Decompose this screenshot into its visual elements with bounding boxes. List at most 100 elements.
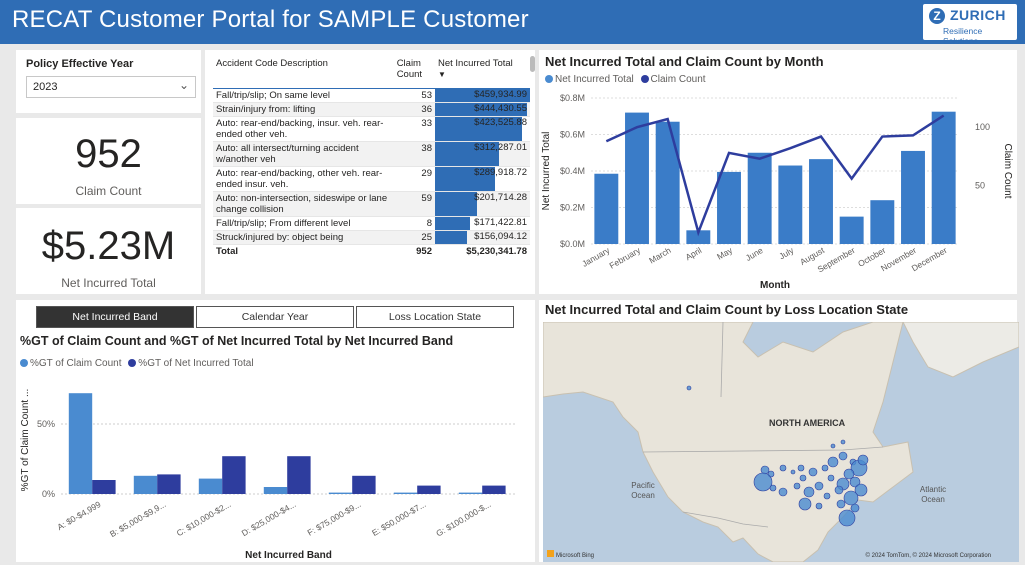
- map-bubble[interactable]: [838, 509, 856, 527]
- cell-net-incurred-value: $201,714.28: [474, 191, 527, 203]
- cell-claim-count: 25: [393, 230, 435, 245]
- col-header-net-incurred[interactable]: Net Incurred Total ▼: [434, 56, 530, 89]
- bar-net-incurred[interactable]: [901, 150, 925, 244]
- cell-net-incurred: $156,094.12: [434, 230, 530, 245]
- bar-net-incurred[interactable]: [839, 216, 864, 244]
- map-bubble[interactable]: [815, 502, 823, 510]
- map-bubble[interactable]: [798, 497, 812, 511]
- cell-net-incurred: $289,918.72: [434, 166, 530, 192]
- x-tick-label: C: $10,000-$2...: [175, 499, 233, 538]
- tab-calendar-year[interactable]: Calendar Year: [196, 306, 354, 328]
- map-bubble[interactable]: [840, 439, 846, 445]
- map-bubble[interactable]: [830, 443, 836, 449]
- map-bubble[interactable]: [803, 486, 815, 498]
- month-chart-title: Net Incurred Total and Claim Count by Mo…: [545, 54, 824, 69]
- legend-dot-icon: [20, 359, 28, 367]
- bar-gt-claim-count[interactable]: [263, 487, 288, 494]
- map-bubble[interactable]: [793, 482, 801, 490]
- bar-gt-claim-count[interactable]: [198, 478, 223, 494]
- table-row[interactable]: Fall/trip/slip; From different level 8 $17…: [213, 216, 530, 231]
- legend-item-gt-claim-count[interactable]: %GT of Claim Count: [20, 358, 122, 369]
- total-net-incurred: $5,230,341.78: [434, 243, 530, 258]
- col-header-description[interactable]: Accident Code Description: [213, 56, 394, 89]
- data-bar: [434, 230, 468, 244]
- bar-gt-net-incurred[interactable]: [482, 485, 506, 494]
- map-bubble[interactable]: [814, 481, 824, 491]
- bar-net-incurred[interactable]: [655, 121, 680, 244]
- zurich-logo: Z ZURICH Resilience Solutions: [923, 4, 1017, 46]
- cell-net-incurred: $444,430.55: [434, 102, 530, 117]
- map-bubble[interactable]: [834, 485, 844, 495]
- bar-gt-claim-count[interactable]: [458, 492, 483, 494]
- bar-gt-net-incurred[interactable]: [92, 480, 116, 494]
- data-bar: [434, 191, 477, 216]
- band-chart-svg: 0% 50% A: $0-$4,999 B: $5,000-$9,9... C: $10…: [20, 389, 516, 561]
- map-bubble[interactable]: [778, 487, 788, 497]
- col-header-claim-count[interactable]: Claim Count: [393, 56, 435, 89]
- map-bubble[interactable]: [823, 492, 831, 500]
- tab-net-incurred-band[interactable]: Net Incurred Band: [36, 306, 194, 328]
- legend-item-gt-net-incurred[interactable]: %GT of Net Incurred Total: [124, 358, 254, 369]
- table-scrollbar[interactable]: [530, 56, 535, 72]
- table-row[interactable]: Fall/trip/slip; On same level 53 $459,934.…: [213, 88, 530, 103]
- bar-gt-net-incurred[interactable]: [287, 456, 311, 494]
- y-tick-label: $0.4M: [560, 166, 585, 176]
- table-row[interactable]: Auto: rear-end/backing, other veh. rear-…: [213, 166, 530, 192]
- map-bubble[interactable]: [827, 474, 835, 482]
- cell-description: Auto: all intersect/turning accident w/a…: [213, 141, 394, 167]
- y-axis-title: %GT of Claim Count ...: [20, 389, 31, 492]
- bar-gt-net-incurred[interactable]: [417, 485, 441, 494]
- bar-gt-net-incurred[interactable]: [157, 474, 181, 494]
- bar-net-incurred[interactable]: [809, 159, 833, 244]
- map-bubble[interactable]: [753, 472, 773, 492]
- map-bubble[interactable]: [843, 490, 859, 506]
- map-bubble[interactable]: [836, 499, 846, 509]
- net-incurred-value: $5.23M: [41, 224, 176, 268]
- table-row[interactable]: Auto: all intersect/turning accident w/a…: [213, 141, 530, 167]
- map-bubble[interactable]: [769, 484, 777, 492]
- bar-gt-net-incurred[interactable]: [352, 475, 376, 494]
- x-tick-label: F: $75,000-$9...: [306, 499, 363, 538]
- bing-label: Microsoft Bing: [556, 553, 594, 559]
- band-chart-legend: %GT of Claim Count %GT of Net Incurred T…: [20, 358, 254, 369]
- cell-description: Strain/injury from: lifting: [213, 102, 394, 117]
- table-row[interactable]: Auto: rear-end/backing, insur. veh. rear…: [213, 116, 530, 142]
- map-bubble[interactable]: [686, 385, 692, 391]
- bar-gt-claim-count[interactable]: [133, 475, 158, 494]
- bar-gt-net-incurred[interactable]: [222, 456, 246, 494]
- dropdown-value: 2023: [33, 81, 58, 93]
- bar-net-incurred[interactable]: [778, 165, 803, 244]
- map-bubble[interactable]: [838, 451, 848, 461]
- map-bubble[interactable]: [799, 474, 807, 482]
- bar-gt-claim-count[interactable]: [328, 492, 353, 494]
- y-tick-label: 0%: [42, 489, 55, 499]
- map-bubble[interactable]: [857, 454, 869, 466]
- policy-year-dropdown[interactable]: 2023 ⌄: [26, 76, 196, 98]
- table-row[interactable]: Struck/injured by: object being 25 $156,09…: [213, 230, 530, 245]
- table-row[interactable]: Strain/injury from: lifting 36 $444,430.55: [213, 102, 530, 117]
- cell-net-incurred-value: $171,422.81: [474, 216, 527, 228]
- bar-net-incurred[interactable]: [931, 111, 956, 244]
- bar-net-incurred[interactable]: [594, 173, 619, 244]
- table-row[interactable]: Auto: non-intersection, sideswipe or lan…: [213, 191, 530, 217]
- bar-gt-claim-count[interactable]: [68, 393, 93, 494]
- map-bubble[interactable]: [797, 464, 805, 472]
- bar-net-incurred[interactable]: [747, 152, 772, 244]
- cell-net-incurred: $312,287.01: [434, 141, 530, 167]
- map-bubble[interactable]: [821, 464, 829, 472]
- page-title: RECAT Customer Portal for SAMPLE Custome…: [12, 6, 529, 33]
- map-bubble[interactable]: [850, 503, 860, 513]
- map-view[interactable]: NORTH AMERICA Pacific Ocean Atlantic Ocean…: [543, 322, 1019, 562]
- map-bubble[interactable]: [790, 469, 796, 475]
- logo-name: ZURICH: [950, 7, 1006, 23]
- map-bubble[interactable]: [779, 464, 787, 472]
- tab-loss-location-state[interactable]: Loss Location State: [356, 306, 514, 328]
- y-tick-label: $0.6M: [560, 130, 585, 140]
- x-tick-label: G: $100,000-$...: [434, 499, 492, 538]
- map-bubble[interactable]: [827, 456, 839, 468]
- bar-net-incurred[interactable]: [870, 200, 895, 244]
- bar-gt-claim-count[interactable]: [393, 492, 418, 494]
- bar-net-incurred[interactable]: [717, 171, 741, 244]
- map-bubble[interactable]: [808, 467, 818, 477]
- policy-year-slicer: Policy Effective Year 2023 ⌄: [16, 50, 201, 113]
